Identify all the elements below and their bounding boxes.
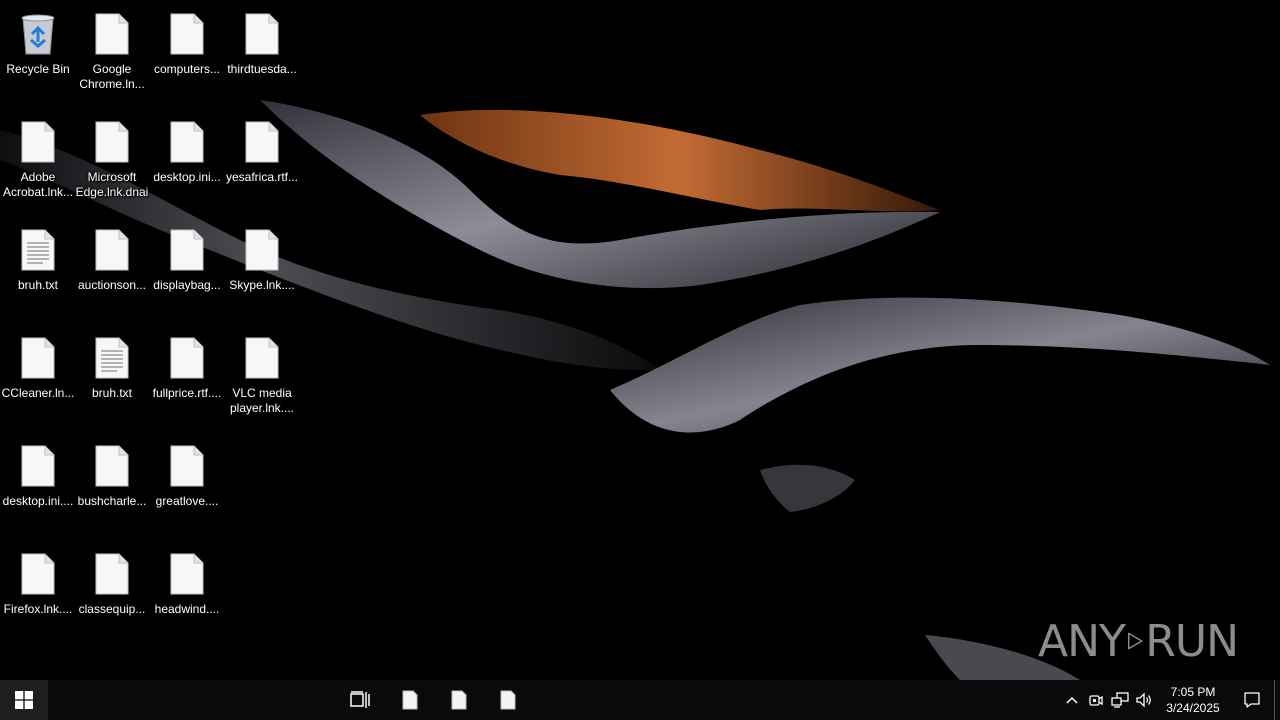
file-icon [92, 120, 132, 164]
file-icon [451, 690, 467, 710]
text-file-icon [92, 336, 132, 380]
start-button[interactable] [0, 680, 48, 720]
desktop-icon-headwind[interactable]: headwind.... [149, 544, 225, 648]
taskbar: 7:05 PM 3/24/2025 [0, 680, 1280, 720]
meet-now-icon [1089, 695, 1103, 706]
desktop-icon-label: greatlove.... [155, 494, 219, 508]
desktop-area: Recycle Bin Google Chrome.ln... computer… [0, 0, 1280, 680]
anyrun-watermark: ANY RUN [1038, 608, 1239, 674]
network-button[interactable] [1108, 680, 1132, 720]
system-tray: 7:05 PM 3/24/2025 [1060, 680, 1280, 720]
file-icon [92, 444, 132, 488]
text-file-icon [18, 228, 58, 272]
desktop-icon-label: desktop.ini.... [2, 494, 74, 508]
file-icon [167, 336, 207, 380]
desktop-icon-bruh-txt-2[interactable]: bruh.txt [74, 328, 150, 432]
chevron-up-icon [1066, 696, 1078, 704]
file-icon [242, 120, 282, 164]
file-icon [92, 12, 132, 56]
desktop-icon-greatlove[interactable]: greatlove.... [149, 436, 225, 540]
meet-now-button[interactable] [1084, 680, 1108, 720]
desktop-icon-label: Recycle Bin [6, 62, 70, 76]
taskbar-clock[interactable]: 7:05 PM 3/24/2025 [1156, 680, 1230, 720]
desktop-icon-firefox[interactable]: Firefox.lnk.... [0, 544, 76, 648]
action-center-button[interactable] [1230, 680, 1274, 720]
clock-date: 3/24/2025 [1166, 701, 1220, 715]
desktop-icon-recycle-bin[interactable]: Recycle Bin [0, 4, 76, 108]
task-view-button[interactable] [336, 680, 384, 720]
taskbar-app-file-1[interactable] [386, 680, 434, 720]
volume-button[interactable] [1132, 680, 1156, 720]
file-icon [167, 552, 207, 596]
desktop-icon-thirdtuesda[interactable]: thirdtuesda... [224, 4, 300, 108]
file-icon [18, 444, 58, 488]
file-icon [167, 444, 207, 488]
clock-time: 7:05 PM [1170, 685, 1216, 699]
task-view-icon [350, 691, 370, 708]
file-icon [18, 120, 58, 164]
desktop-icon-label: bushcharle... [77, 494, 147, 508]
desktop-icon-label: yesafrica.rtf... [225, 170, 299, 184]
desktop-icon-desktop-ini[interactable]: desktop.ini... [149, 112, 225, 216]
file-icon [242, 336, 282, 380]
desktop-icon-label: Skype.lnk.... [229, 278, 295, 292]
action-center-icon [1244, 692, 1260, 708]
desktop-icon-bruh-txt[interactable]: bruh.txt [0, 220, 76, 324]
desktop-icon-desktop-ini-2[interactable]: desktop.ini.... [0, 436, 76, 540]
desktop-icon-vlc-media-player[interactable]: VLC media player.lnk.... [224, 328, 300, 432]
desktop-icon-label: Google Chrome.ln... [79, 62, 145, 91]
file-icon [167, 120, 207, 164]
network-icon [1111, 692, 1129, 708]
file-icon [167, 12, 207, 56]
desktop-icon-ccleaner[interactable]: CCleaner.ln... [0, 328, 76, 432]
desktop-icon-google-chrome[interactable]: Google Chrome.ln... [74, 4, 150, 108]
desktop-icon-label: auctionson... [77, 278, 147, 292]
desktop-icon-label: displaybag... [153, 278, 221, 292]
desktop-icon-label: bruh.txt [17, 278, 59, 292]
file-icon [92, 552, 132, 596]
file-icon [18, 336, 58, 380]
desktop-icon-label: VLC media player.lnk.... [229, 386, 295, 415]
taskbar-app-file-2[interactable] [435, 680, 483, 720]
desktop-icon-label: desktop.ini... [153, 170, 221, 184]
file-icon [402, 690, 418, 710]
desktop-icon-adobe-acrobat[interactable]: Adobe Acrobat.lnk... [0, 112, 76, 216]
windows-logo-icon [15, 691, 33, 709]
desktop-icon-yesafrica[interactable]: yesafrica.rtf... [224, 112, 300, 216]
desktop-icon-classequip[interactable]: classequip... [74, 544, 150, 648]
watermark-text-right: RUN [1145, 615, 1239, 667]
desktop-icon-label: Firefox.lnk.... [3, 602, 73, 616]
desktop-icon-label: CCleaner.ln... [1, 386, 75, 400]
desktop-icon-skype[interactable]: Skype.lnk.... [224, 220, 300, 324]
desktop-icon-computers[interactable]: computers... [149, 4, 225, 108]
volume-icon [1136, 692, 1151, 708]
recycle-bin-icon [18, 12, 58, 56]
play-triangle-icon [1127, 632, 1143, 650]
file-icon [92, 228, 132, 272]
desktop-icon-label: bruh.txt [91, 386, 133, 400]
desktop-icon-displaybag[interactable]: displaybag... [149, 220, 225, 324]
desktop-icon-label: fullprice.rtf.... [152, 386, 222, 400]
taskbar-app-file-3[interactable] [484, 680, 532, 720]
desktop-icon-label: thirdtuesda... [227, 62, 297, 76]
show-desktop-button[interactable] [1274, 680, 1280, 720]
file-icon [242, 228, 282, 272]
desktop-icon-label: classequip... [78, 602, 146, 616]
desktop-icon-label: Adobe Acrobat.lnk... [2, 170, 74, 199]
desktop-icon-microsoft-edge[interactable]: Microsoft Edge.lnk.dnai [74, 112, 150, 216]
desktop-icon-bushcharle[interactable]: bushcharle... [74, 436, 150, 540]
desktop-icon-label: computers... [153, 62, 221, 76]
file-icon [242, 12, 282, 56]
desktop-icon-fullprice[interactable]: fullprice.rtf.... [149, 328, 225, 432]
file-icon [18, 552, 58, 596]
file-icon [500, 690, 516, 710]
file-icon [167, 228, 207, 272]
show-hidden-icons-button[interactable] [1060, 680, 1084, 720]
desktop-icon-label: Microsoft Edge.lnk.dnai [75, 170, 149, 199]
desktop-icon-auctionson[interactable]: auctionson... [74, 220, 150, 324]
desktop-icon-label: headwind.... [154, 602, 220, 616]
watermark-text-left: ANY [1038, 615, 1126, 667]
